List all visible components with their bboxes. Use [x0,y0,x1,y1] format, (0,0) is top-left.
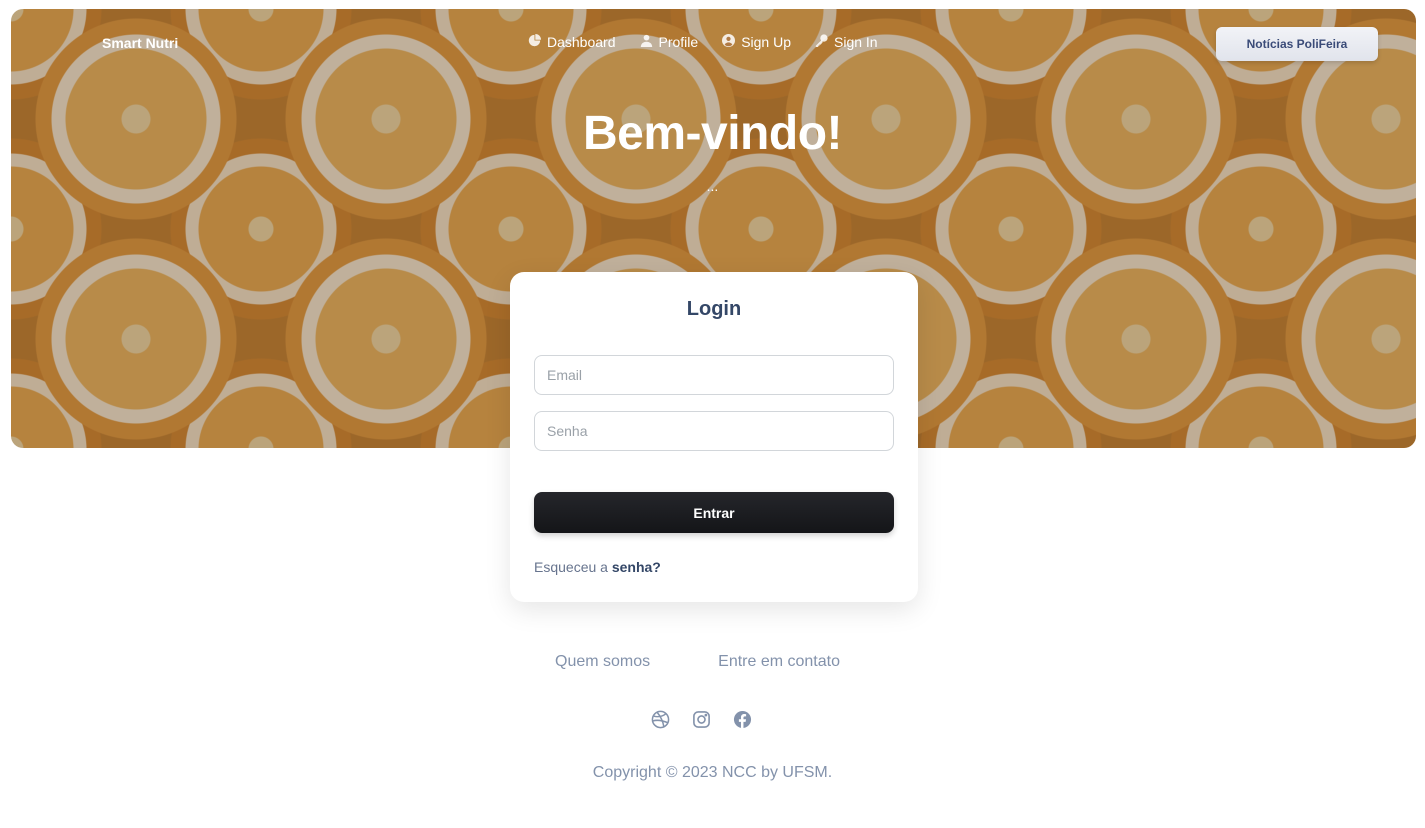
forgot-prefix: Esqueceu a [534,559,612,575]
email-field[interactable] [534,355,894,395]
nav-link-profile[interactable]: Profile [640,34,699,50]
forgot-password-link[interactable]: senha? [612,559,661,575]
password-field[interactable] [534,411,894,451]
login-submit-button[interactable]: Entrar [534,492,894,533]
nav-links: Dashboard Profile Sign Up Sign In [528,34,878,50]
nav-link-dashboard[interactable]: Dashboard [528,34,616,50]
instagram-icon[interactable] [692,710,711,729]
nav-link-label: Dashboard [547,34,616,50]
social-links [651,710,752,729]
key-icon [815,34,828,50]
footer-link-about[interactable]: Quem somos [555,653,650,671]
dribbble-icon[interactable] [651,710,670,729]
news-button[interactable]: Notícias PoliFeira [1216,27,1378,61]
hero-title: Bem-vindo! [583,107,843,160]
hero-subtitle: ... [706,178,719,194]
pie-chart-icon [528,34,541,50]
nav-link-label: Sign Up [741,34,791,50]
nav-link-signup[interactable]: Sign Up [722,34,791,50]
brand-logo[interactable]: Smart Nutri [102,35,178,51]
navbar: Smart Nutri Dashboard Profile Sign Up Si… [11,9,1416,79]
footer-links: Quem somos Entre em contato [555,653,840,671]
user-icon [640,34,653,50]
footer-link-contact[interactable]: Entre em contato [718,653,840,671]
facebook-icon[interactable] [733,710,752,729]
login-card: Login Entrar Esqueceu a senha? [510,272,918,602]
login-title: Login [686,298,742,320]
user-circle-icon [722,34,736,50]
forgot-password-text: Esqueceu a senha? [534,559,661,575]
copyright-text: Copyright © 2023 NCC by UFSM. [592,764,833,781]
nav-link-label: Sign In [834,34,878,50]
nav-link-label: Profile [658,34,699,50]
nav-link-signin[interactable]: Sign In [815,34,878,50]
